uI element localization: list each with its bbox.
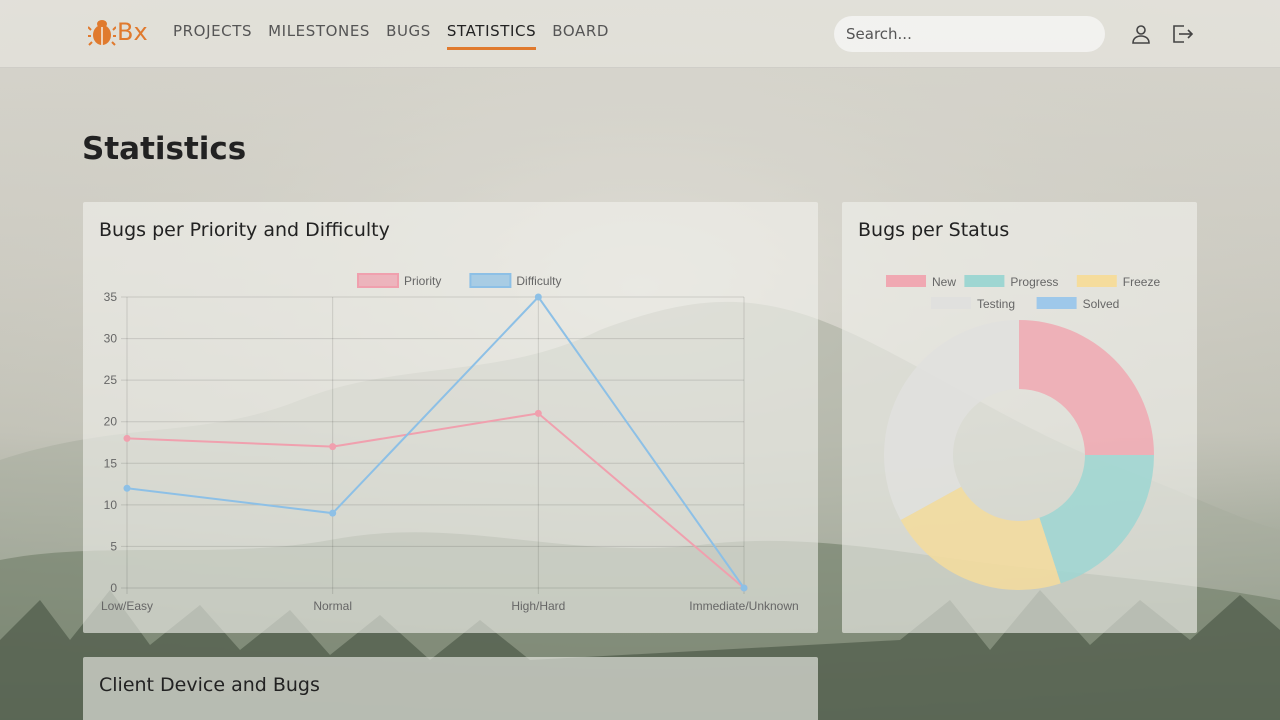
legend-swatch xyxy=(1036,297,1077,309)
brand-name: Bx xyxy=(117,18,148,46)
y-tick-label: 30 xyxy=(104,332,118,346)
nav-item-board[interactable]: BOARD xyxy=(552,22,609,50)
y-tick-label: 35 xyxy=(104,290,118,304)
x-tick-label: High/Hard xyxy=(511,599,565,613)
nav-item-milestones[interactable]: MILESTONES xyxy=(268,22,370,50)
main-nav: PROJECTS MILESTONES BUGS STATISTICS BOAR… xyxy=(173,22,625,50)
series-line-priority xyxy=(126,412,745,589)
doughnut-slice-new xyxy=(1019,320,1154,455)
x-tick-label: Normal xyxy=(313,599,352,613)
user-icon[interactable] xyxy=(1129,22,1153,46)
data-point-difficulty xyxy=(123,484,131,492)
legend-label: Difficulty xyxy=(516,274,561,288)
bugs-status-card: Bugs per Status New Progress Freeze Testing… xyxy=(842,202,1197,633)
logout-icon[interactable] xyxy=(1170,22,1194,46)
y-tick-label: 25 xyxy=(104,373,118,387)
priority-difficulty-card: Bugs per Priority and Difficulty 0 5 10 15 2… xyxy=(83,202,818,633)
data-point-difficulty xyxy=(534,293,542,301)
nav-item-statistics[interactable]: STATISTICS xyxy=(446,22,537,50)
data-point-difficulty xyxy=(740,584,748,592)
x-tick-label: Immediate/Unknown xyxy=(689,599,798,613)
nav-item-projects[interactable]: PROJECTS xyxy=(173,22,252,50)
client-device-card: Client Device and Bugs xyxy=(83,657,818,720)
y-tick-label: 15 xyxy=(104,456,118,470)
y-tick-label: 10 xyxy=(104,498,118,512)
priority-difficulty-line-chart: 0 5 10 15 20 25 30 35 Low/Easy Normal High/Hard Imm… xyxy=(101,273,799,613)
legend-label: Solved xyxy=(1083,297,1120,311)
y-tick-label: 0 xyxy=(110,581,117,595)
legend-swatch xyxy=(886,275,926,287)
data-point-difficulty xyxy=(329,509,337,517)
legend-swatch xyxy=(964,275,1005,287)
data-point-priority xyxy=(534,409,542,417)
bug-logo-icon xyxy=(88,20,116,46)
data-point-priority xyxy=(123,434,131,442)
legend-swatch xyxy=(1076,275,1117,287)
legend-label: Progress xyxy=(1010,275,1058,289)
x-tick-label: Low/Easy xyxy=(101,599,153,613)
y-tick-label: 5 xyxy=(110,539,117,553)
legend-swatch xyxy=(931,297,971,309)
legend-swatch xyxy=(469,273,512,288)
page-title: Statistics xyxy=(82,131,247,167)
legend-label: New xyxy=(932,275,956,289)
top-navigation-bar: Bx PROJECTS MILESTONES BUGS STATISTICS B… xyxy=(0,0,1280,68)
search-input[interactable] xyxy=(834,16,1105,52)
doughnut-slice-testing xyxy=(884,320,1019,521)
legend-swatch xyxy=(357,273,399,288)
legend-label: Priority xyxy=(404,274,441,288)
legend-label: Freeze xyxy=(1123,275,1161,289)
nav-item-bugs[interactable]: BUGS xyxy=(386,22,431,50)
doughnut-slice-progress xyxy=(1039,455,1154,584)
data-point-priority xyxy=(329,443,337,451)
legend-label: Testing xyxy=(977,297,1015,311)
brand-logo[interactable]: Bx xyxy=(88,16,148,48)
card-title: Client Device and Bugs xyxy=(99,674,320,696)
y-tick-label: 20 xyxy=(104,415,118,429)
bugs-status-doughnut-chart: New Progress Freeze Testing Solved xyxy=(884,275,1161,590)
